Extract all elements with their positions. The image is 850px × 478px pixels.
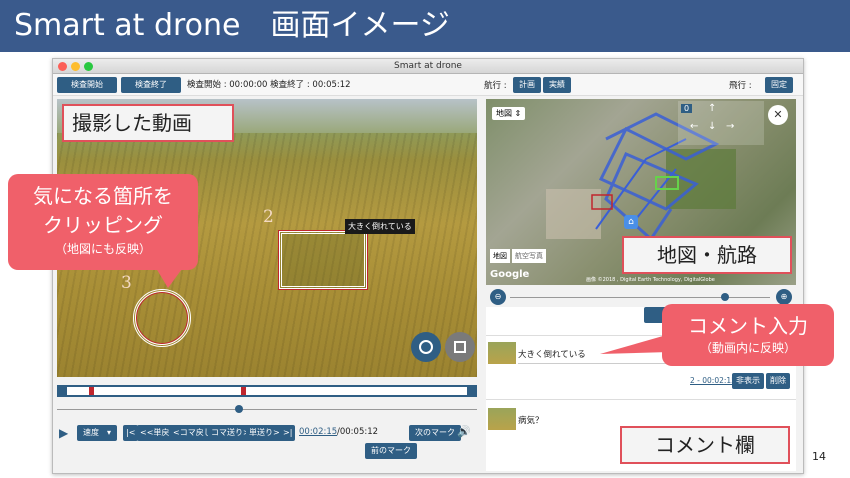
play-icon[interactable]: ▶ — [59, 426, 68, 440]
inspect-time-info: 検査開始 : 00:00:00 検査終了 : 00:05:12 — [187, 80, 351, 90]
clip-callout: 気になる箇所を クリッピング （地図にも反映） — [8, 174, 198, 270]
timeline-cap-left — [59, 387, 67, 395]
clip-callout-pointer — [150, 258, 190, 288]
speed-select[interactable]: 速度 ▾ — [77, 425, 117, 441]
clip-callout-sub: （地図にも反映） — [54, 242, 151, 256]
comment-callout: コメント入力 （動画内に反映） — [662, 304, 834, 366]
right-arrow-icon[interactable]: → — [726, 121, 734, 132]
current-time: 00:02:15 — [299, 427, 338, 437]
zoom-icon[interactable] — [84, 62, 93, 71]
prev-mark-button[interactable]: 前のマーク — [365, 443, 417, 459]
page-number: 14 — [812, 450, 826, 463]
map-type-select[interactable]: 地図 ⇕ — [492, 107, 526, 120]
route-label: 航行 : — [484, 81, 507, 91]
map-attribution: 画像 ©2018 , Digital Earth Technology, Dig… — [586, 277, 715, 283]
direction-pad: 0 ↑ ← ↓ → — [678, 101, 764, 145]
inspect-start-button[interactable]: 検査開始 — [57, 77, 117, 93]
comment-text: 大きく倒れている — [518, 350, 586, 360]
map-label: 地図・航路 — [622, 236, 792, 274]
delete-comment-button[interactable]: 削除 — [766, 373, 790, 389]
zoom-out-icon[interactable]: ⊖ — [490, 289, 506, 305]
clip-callout-line2: クリッピング — [43, 213, 163, 237]
last-button[interactable]: >| — [280, 425, 296, 441]
hide-comment-button[interactable]: 非表示 — [732, 373, 764, 389]
zoom-in-icon[interactable]: ⊕ — [776, 289, 792, 305]
comment-tooltip: 大きく倒れている — [345, 219, 415, 234]
minimize-icon[interactable] — [71, 62, 80, 71]
slide-title: Smart at drone 画面イメージ — [0, 0, 850, 52]
title-bar: Smart at drone — [53, 59, 803, 74]
flight-label: 飛行 : — [729, 81, 752, 91]
map-type-value: 地図 — [496, 109, 512, 118]
comment-time-link[interactable]: 2 - 00:02:15 — [690, 376, 736, 385]
zoom-track — [510, 297, 770, 298]
actual-button[interactable]: 実績 — [543, 77, 571, 93]
timeline-mark[interactable] — [89, 387, 94, 395]
total-time: /00:05:12 — [337, 427, 379, 437]
timeline-mark[interactable] — [241, 387, 246, 395]
down-arrow-icon[interactable]: ↓ — [708, 121, 716, 132]
video-label: 撮影した動画 — [62, 104, 234, 142]
zoom-badge: 0 — [681, 104, 693, 113]
playback-controls: ▶ 速度 ▾ |< <<単戻し <コマ戻し コマ送り> 単送り>> >| 00:0… — [57, 423, 477, 465]
comment-text: 病気？ — [518, 416, 544, 426]
seek-bar[interactable] — [57, 405, 477, 413]
clip-callout-line1: 気になる箇所を — [33, 184, 173, 208]
square-icon — [454, 341, 466, 353]
volume-icon[interactable]: 🔊 — [457, 425, 471, 438]
circle-icon — [419, 340, 433, 354]
map-tab-aerial[interactable]: 航空写真 — [512, 249, 546, 263]
seek-handle[interactable] — [235, 405, 243, 413]
timeline-cap-right — [467, 387, 475, 395]
inspect-end-button[interactable]: 検査終了 — [121, 77, 181, 93]
plan-button[interactable]: 計画 — [513, 77, 541, 93]
mark-timeline[interactable] — [57, 385, 477, 397]
left-arrow-icon[interactable]: ← — [690, 121, 698, 132]
window-title: Smart at drone — [394, 61, 462, 71]
map-tab-map[interactable]: 地図 — [490, 249, 510, 263]
comment-thumbnail — [488, 408, 516, 430]
close-icon[interactable] — [58, 62, 67, 71]
comment-callout-title: コメント入力 — [688, 314, 808, 338]
comment-area-label: コメント欄 — [620, 426, 790, 464]
close-icon[interactable]: ✕ — [768, 105, 788, 125]
clip-mark-2-number: 2 — [263, 207, 274, 227]
zoom-handle[interactable] — [721, 293, 729, 301]
comment-callout-pointer — [600, 334, 670, 354]
up-arrow-icon[interactable]: ↑ — [708, 103, 716, 114]
speed-select-value: 速度 — [83, 428, 99, 437]
toolbar: 検査開始 検査終了 検査開始 : 00:00:00 検査終了 : 00:05:1… — [53, 74, 803, 96]
google-logo: Google — [490, 269, 530, 280]
home-icon[interactable]: ⌂ — [624, 215, 638, 229]
circle-tool-button[interactable] — [411, 332, 441, 362]
clip-mark-3-number: 3 — [121, 273, 132, 293]
clip-mark-2[interactable] — [278, 230, 368, 290]
fixed-button[interactable]: 固定 — [765, 77, 793, 93]
comment-callout-sub: （動画内に反映） — [699, 341, 796, 355]
square-tool-button[interactable] — [445, 332, 475, 362]
comment-thumbnail — [488, 342, 516, 364]
chevron-down-icon: ▾ — [106, 428, 111, 437]
next-mark-button[interactable]: 次のマーク — [409, 425, 461, 441]
